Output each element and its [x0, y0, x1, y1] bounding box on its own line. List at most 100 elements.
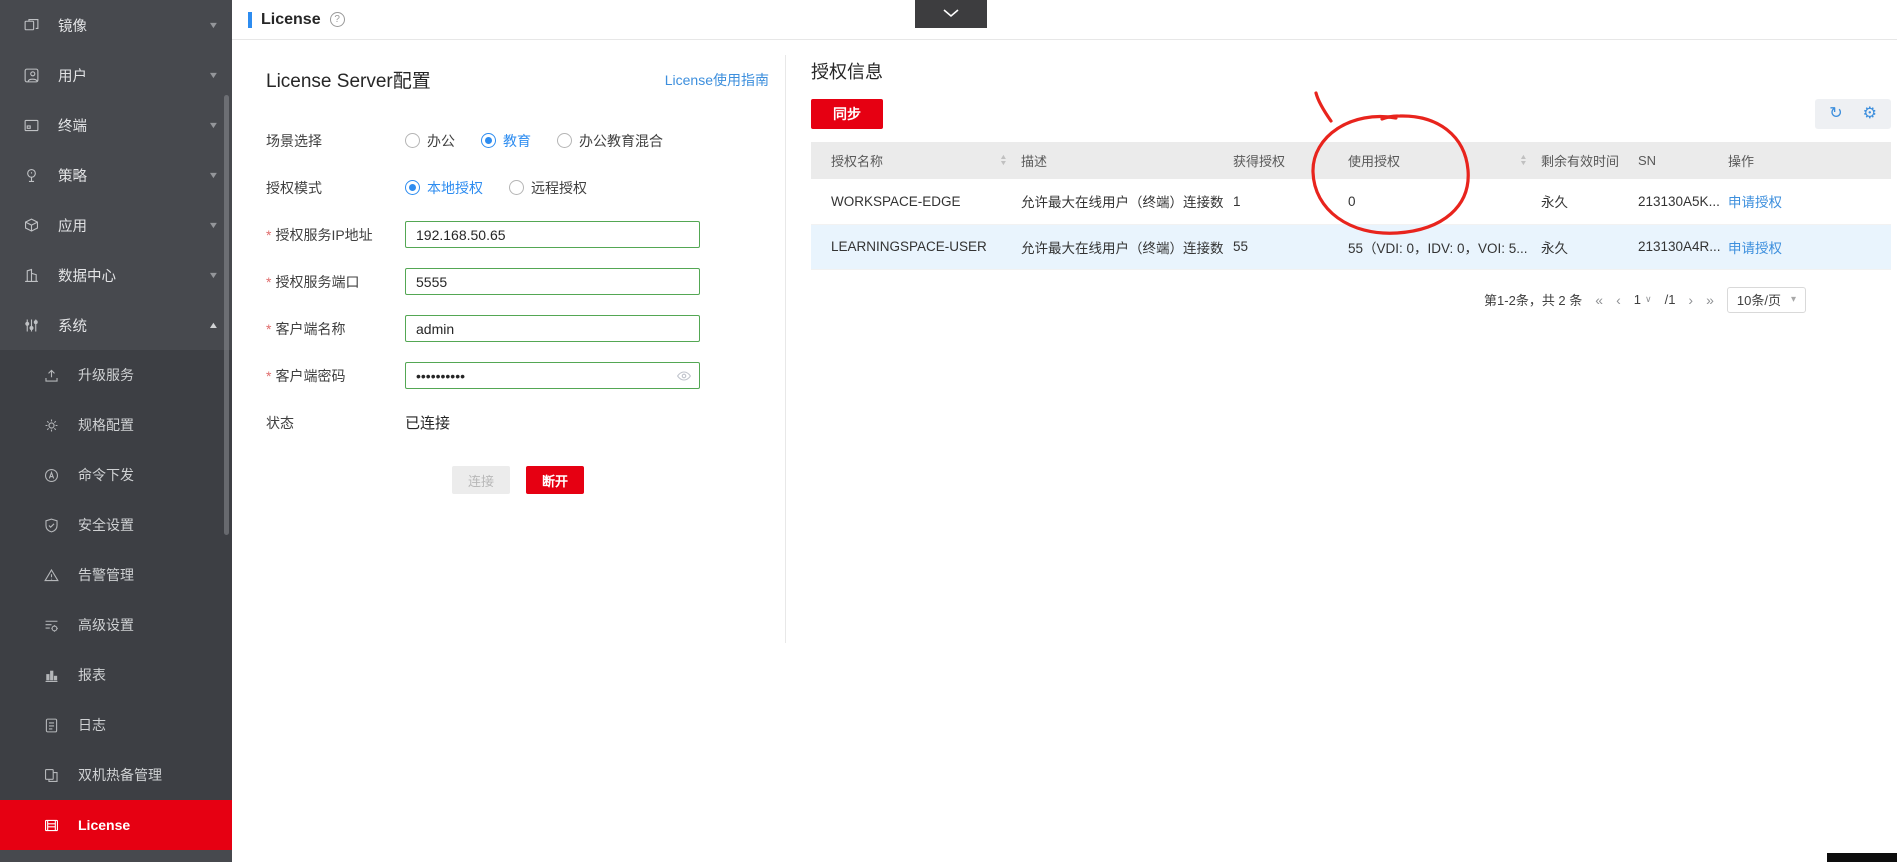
sidebar-item-reports[interactable]: 报表: [0, 650, 232, 700]
column-settings-icon[interactable]: ⚙: [1863, 106, 1877, 122]
table-header-row: 授权名称 ▲ ▼ 描述 获得授权 使用授权 ▲ ▼ 剩余有效时间 SN 操作: [811, 142, 1891, 179]
license-config-form: 场景选择 办公 教育 办公教育混合 授权模式 本地授权 远程授权 * 授权服务I…: [266, 127, 769, 494]
last-page-icon[interactable]: »: [1706, 293, 1714, 307]
license-guide-link[interactable]: License使用指南: [665, 70, 769, 90]
sidebar-item-label: 数据中心: [58, 268, 116, 285]
radio-label: 本地授权: [427, 179, 483, 196]
apply-license-link[interactable]: 申请授权: [1728, 195, 1782, 210]
cell-desc: 允许最大在线用户（终端）连接数: [1021, 195, 1224, 211]
radio-label: 办公: [427, 132, 455, 149]
table-row: LEARNINGSPACE-USER 允许最大在线用户（终端）连接数 55 55…: [811, 224, 1891, 269]
taskbar-corner: [1827, 853, 1897, 862]
sort-icon[interactable]: ▲ ▼: [1519, 154, 1527, 167]
connect-button[interactable]: 连接: [452, 466, 510, 494]
radio-education[interactable]: 教育: [481, 131, 531, 151]
sidebar-item-datacenter[interactable]: 数据中心 ▼: [0, 250, 232, 300]
current-page-select[interactable]: 1 ∨: [1634, 292, 1652, 307]
column-header-name: 授权名称 ▲ ▼: [811, 142, 1021, 179]
chevron-down-icon: ▼: [207, 120, 220, 130]
first-page-icon[interactable]: «: [1595, 293, 1603, 307]
sidebar: 镜像 ▼ 用户 ▼ 终端 ▼ 策略 ▼ 应用 ▼ 数据中心 ▼ 系统 ▲ 升级服…: [0, 0, 232, 862]
apply-license-link[interactable]: 申请授权: [1728, 241, 1782, 256]
sidebar-item-label: License: [78, 817, 131, 833]
server-port-row: * 授权服务端口: [266, 268, 769, 295]
chevron-up-icon: ▲: [207, 320, 220, 330]
sidebar-item-mirror[interactable]: 镜像 ▼: [0, 0, 232, 50]
sidebar-item-label: 用户: [58, 68, 87, 85]
gear-icon: [42, 416, 60, 434]
document-icon: [42, 716, 60, 734]
required-mark: *: [266, 273, 272, 290]
client-password-input[interactable]: [405, 362, 700, 389]
sidebar-item-alarm-management[interactable]: 告警管理: [0, 550, 232, 600]
eye-icon[interactable]: [676, 368, 692, 389]
sidebar-item-policy[interactable]: 策略 ▼: [0, 150, 232, 200]
radio-icon: [405, 133, 420, 148]
radio-local-auth[interactable]: 本地授权: [405, 178, 483, 198]
sidebar-item-spec-config[interactable]: 规格配置: [0, 400, 232, 450]
sidebar-item-command-dispatch[interactable]: 命令下发: [0, 450, 232, 500]
column-header-desc: 描述: [1021, 142, 1233, 179]
sidebar-item-security-settings[interactable]: 安全设置: [0, 500, 232, 550]
cell-name: WORKSPACE-EDGE: [831, 193, 961, 209]
sidebar-item-label: 升级服务: [78, 367, 134, 383]
next-page-icon[interactable]: ›: [1688, 293, 1693, 307]
page-size-value: 10条/页: [1736, 293, 1781, 308]
upload-icon: [42, 366, 60, 384]
sort-icon[interactable]: ▲ ▼: [999, 154, 1007, 167]
sidebar-item-terminal[interactable]: 终端 ▼: [0, 100, 232, 150]
radio-office-education-mix[interactable]: 办公教育混合: [557, 131, 663, 151]
authorization-info-panel: 授权信息 同步 ↻ ⚙ 授权名称 ▲ ▼ 描述 获得授权 使用授权 ▲ ▼ 剩余…: [786, 40, 1897, 313]
chevron-down-icon: ▼: [207, 270, 220, 280]
sidebar-item-license[interactable]: License: [0, 800, 232, 850]
radio-office[interactable]: 办公: [405, 131, 455, 151]
radio-remote-auth[interactable]: 远程授权: [509, 178, 587, 198]
connect-buttons-row: 连接 断开: [452, 466, 769, 494]
pagination: 第1-2条，共 2 条 « ‹ 1 ∨ /1 › » 10条/页 ▾: [811, 286, 1891, 313]
client-name-input[interactable]: [405, 315, 700, 342]
license-admin-page: 镜像 ▼ 用户 ▼ 终端 ▼ 策略 ▼ 应用 ▼ 数据中心 ▼ 系统 ▲ 升级服…: [0, 0, 1897, 862]
cell-action: 申请授权: [1728, 224, 1891, 269]
help-icon[interactable]: ?: [329, 12, 345, 27]
sidebar-item-label: 镜像: [58, 18, 87, 35]
sidebar-item-system[interactable]: 系统 ▲: [0, 300, 232, 350]
dual-server-icon: [42, 766, 60, 784]
required-mark: *: [266, 367, 272, 384]
column-header-valid-time: 剩余有效时间: [1541, 142, 1638, 179]
refresh-icon[interactable]: ↻: [1829, 106, 1842, 122]
sync-button[interactable]: 同步: [811, 99, 883, 129]
sidebar-item-ha-management[interactable]: 双机热备管理: [0, 750, 232, 800]
cell-granted: 1: [1233, 193, 1241, 209]
status-label: 状态: [266, 414, 294, 431]
column-header-action: 操作: [1728, 142, 1891, 179]
chevron-down-icon: ▾: [1790, 294, 1796, 305]
prev-page-icon[interactable]: ‹: [1616, 293, 1621, 307]
table-toolbar: 同步 ↻ ⚙: [811, 99, 1891, 129]
collapse-panel-tab[interactable]: [915, 0, 987, 28]
sidebar-item-upgrade-service[interactable]: 升级服务: [0, 350, 232, 400]
required-mark: *: [266, 226, 272, 243]
user-icon: [22, 66, 40, 84]
server-ip-label: 授权服务IP地址: [275, 226, 373, 243]
server-port-input[interactable]: [405, 268, 700, 295]
sidebar-item-users[interactable]: 用户 ▼: [0, 50, 232, 100]
cell-used: 0: [1348, 193, 1356, 209]
sidebar-item-advanced-settings[interactable]: 高级设置: [0, 600, 232, 650]
table-row: WORKSPACE-EDGE 允许最大在线用户（终端）连接数 1 0 永久 21…: [811, 179, 1891, 224]
cell-name: LEARNINGSPACE-USER: [811, 224, 1021, 269]
page-size-select[interactable]: 10条/页 ▾: [1726, 286, 1806, 313]
column-header-used: 使用授权 ▲ ▼: [1348, 142, 1541, 179]
sidebar-item-label: 命令下发: [78, 467, 134, 483]
server-ip-input[interactable]: [405, 221, 700, 248]
disconnect-button[interactable]: 断开: [526, 466, 584, 494]
radio-icon: [509, 180, 524, 195]
client-password-row: * 客户端密码: [266, 362, 769, 389]
sidebar-scrollbar[interactable]: [224, 95, 229, 535]
sidebar-item-apps[interactable]: 应用 ▼: [0, 200, 232, 250]
sidebar-item-logs[interactable]: 日志: [0, 700, 232, 750]
chevron-down-icon: ▼: [207, 220, 220, 230]
cell-valid: 永久: [1541, 224, 1638, 269]
policy-pin-icon: [22, 166, 40, 184]
chevron-down-icon: ▼: [207, 70, 220, 80]
auth-mode-row: 授权模式 本地授权 远程授权: [266, 174, 769, 201]
